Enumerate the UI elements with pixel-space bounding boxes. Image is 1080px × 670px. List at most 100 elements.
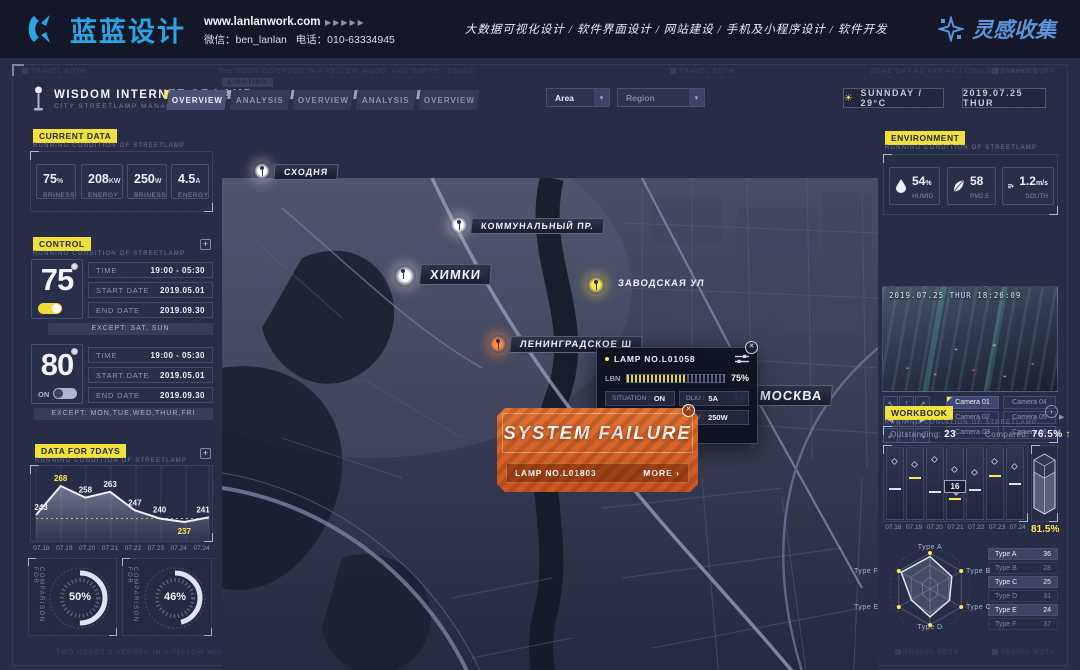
type-row-a[interactable]: Type A36 xyxy=(988,548,1058,560)
radar-axis-b: Type B xyxy=(966,568,991,575)
tab-overview-2[interactable]: OVERVIEW xyxy=(292,90,353,110)
gauge-value: 46% xyxy=(164,591,186,603)
brand-wechat: 微信：ben_lanlan xyxy=(204,34,287,46)
leaf-icon xyxy=(953,179,965,193)
type-row-c[interactable]: Type C25 xyxy=(988,576,1058,588)
outstanding-stat: Outstanding: 23 xyxy=(890,429,956,440)
control-except-1: EXCEPT: SAT, SUN xyxy=(48,323,213,335)
brand-services: 大数据可视化设计 / 软件界面设计 / 网站建设 / 手机及小程序设计 / 软件… xyxy=(465,21,888,37)
control-title: CONTROL xyxy=(33,237,91,251)
svg-text:237: 237 xyxy=(178,527,192,536)
stat-card-ampere: 4.5A ENERGY xyxy=(171,164,209,199)
radar-axis-a: Type A xyxy=(908,544,952,551)
workbook-total: 81.5% xyxy=(1031,524,1059,535)
svg-text:243: 243 xyxy=(34,503,48,512)
bar-0724[interactable] xyxy=(1006,447,1024,520)
control-row: START DATE2019.05.01 xyxy=(88,282,213,298)
control-row: START DATE2019.05.01 xyxy=(88,367,213,383)
env-card-humidity: 54% HUMID xyxy=(889,167,940,205)
week-chart-subtitle: RUNNING CONDITION OF STREETLAMP xyxy=(35,458,187,464)
popup-cell-situation: SITUATION :ON xyxy=(605,391,675,406)
brand-logo[interactable]: 蓝蓝设计 xyxy=(26,10,186,49)
control-level-box-2: 80 ON xyxy=(31,344,83,404)
weather-text: SUNNDAY / 29°C xyxy=(860,88,943,108)
decor-top-4: TRAVEL BOTH xyxy=(679,68,734,75)
svg-text:263: 263 xyxy=(103,480,117,489)
compared-stat: Compared: 76.5% ↑ xyxy=(985,429,1071,440)
tab-analysis-1[interactable]: ANALYSIS xyxy=(229,90,290,110)
decor-top-2: THE EGGS DIVERGED IN A YELLOW WOOD, AND … xyxy=(218,68,475,75)
map-label-skhodnya[interactable]: СХОДНЯ xyxy=(273,164,339,180)
type-row-d[interactable]: Type D31 xyxy=(988,590,1058,602)
alert-lamp-id: LAMP NO.L01803 xyxy=(515,468,596,478)
area-select[interactable]: Area ▾ xyxy=(546,88,610,107)
svg-text:247: 247 xyxy=(128,498,142,507)
svg-text:240: 240 xyxy=(153,505,167,514)
decor-top-5: TRAVEL BOTH xyxy=(1001,68,1056,75)
alert-close-button[interactable]: ✕ xyxy=(682,404,695,417)
lbn-label: LBN xyxy=(605,374,620,383)
alert-more-button[interactable]: MORE › xyxy=(643,468,680,478)
bar-0722[interactable] xyxy=(966,447,984,520)
date-indicator: 2019.07.25 THUR xyxy=(962,88,1046,108)
dashboard: TRAVEL BOTH THE EGGS DIVERGED IN A YELLO… xyxy=(0,58,1080,670)
map-label-zavodskaya[interactable]: ЗАВОДСКАЯ УЛ xyxy=(608,276,714,291)
week-chart-title: DATA FOR 7DAYS xyxy=(35,444,126,458)
chevron-down-icon: ▾ xyxy=(594,89,609,106)
region-select[interactable]: Region ▾ xyxy=(617,88,705,107)
tab-overview-3[interactable]: OVERVIEW xyxy=(418,90,479,110)
workbook-x-labels: 07.1807.1907.2007.2107.2207.2307.24 xyxy=(883,524,1028,531)
sun-icon: ☀ xyxy=(844,93,854,104)
comparison-gauge-2: COMPARISON FOR 46% xyxy=(122,558,212,636)
popup-lamp-id: LAMP NO.L01058 xyxy=(614,354,730,364)
map-label-khimki[interactable]: ХИМКИ xyxy=(419,264,492,285)
map-pin-khimki[interactable] xyxy=(394,265,416,287)
control-toggle-2[interactable] xyxy=(53,388,77,399)
decor-bottom-4: TRAVEL BOTH xyxy=(904,649,959,656)
control-row: END DATE2019.09.30 xyxy=(88,387,213,403)
lanlan-logo-icon xyxy=(26,11,62,47)
type-row-f[interactable]: Type F37 xyxy=(988,618,1058,630)
brand-logo-text: 蓝蓝设计 xyxy=(70,10,186,49)
environment-subtitle: RUNNING CONDITION OF STREETLAMP xyxy=(885,145,1037,151)
comparison-gauge-1: COMPARISON FOR 50% xyxy=(28,558,117,636)
bar-tooltip: 16 xyxy=(944,480,966,493)
bar-0719[interactable] xyxy=(906,447,924,520)
stat-card-energy-kw: 208KW ENERGY xyxy=(81,164,123,199)
control-level-box-1: 75 ON xyxy=(31,259,83,319)
camera-button-01[interactable]: Camera 01 xyxy=(946,396,999,409)
collection-link[interactable]: 灵感收集 xyxy=(938,14,1056,44)
control-except-2: EXCEPT: MON,TUE,WED,THUR,FRI xyxy=(34,408,213,420)
map-label-moskva[interactable]: МОСКВА xyxy=(749,385,833,406)
decor-bottom-5: TRAVEL BOTH xyxy=(1001,649,1056,656)
map-label-kommunalny[interactable]: КОММУНАЛЬНЫЙ ПР. xyxy=(470,218,604,234)
chevron-right-icon: › xyxy=(676,468,680,478)
control-add-button[interactable]: + xyxy=(200,239,211,250)
map-pin-kommunalny[interactable] xyxy=(450,216,468,234)
control-toggle-1[interactable] xyxy=(38,303,62,314)
map-pin-zavodskaya[interactable] xyxy=(587,276,605,294)
gauge-label: COMPARISON FOR xyxy=(126,567,138,635)
tab-analysis-2[interactable]: ANALYSIS xyxy=(355,90,416,110)
tab-overview-1[interactable]: OVERVIEW xyxy=(166,90,227,110)
inspiration-star-icon xyxy=(938,16,964,42)
lbn-value: 75% xyxy=(731,373,749,383)
camera-feed[interactable]: 2019.07.25 THUR 18:26:09 xyxy=(882,286,1058,392)
alert-title: SYSTEM FAILURE xyxy=(503,422,691,444)
popup-close-button[interactable]: ✕ xyxy=(745,341,758,354)
brand-phone: 电话：010-63334945 xyxy=(296,34,395,46)
chevron-down-icon: ▾ xyxy=(689,89,704,106)
cube-gauge xyxy=(1032,446,1057,521)
map-pin-skhodnya[interactable] xyxy=(253,162,271,180)
camera-page-right-icon[interactable]: ▶ xyxy=(1059,413,1064,421)
map-pin-leningradskoe[interactable] xyxy=(489,335,507,353)
current-data-subtitle: RUNNING CONDITION OF STREETLAMP xyxy=(33,143,185,149)
brand-website[interactable]: www.lanlanwork.com xyxy=(204,16,321,28)
week-chart-frame: 243 268 258 263 247 240 237 241 xyxy=(30,465,213,542)
workbook-next-button[interactable]: › xyxy=(1045,405,1058,418)
lbn-progress-bar[interactable] xyxy=(626,374,725,383)
type-row-e[interactable]: Type E24 xyxy=(988,604,1058,616)
sliders-icon[interactable] xyxy=(735,354,749,364)
type-row-b[interactable]: Type B28 xyxy=(988,562,1058,574)
week-chart-expand-button[interactable]: + xyxy=(200,448,211,459)
